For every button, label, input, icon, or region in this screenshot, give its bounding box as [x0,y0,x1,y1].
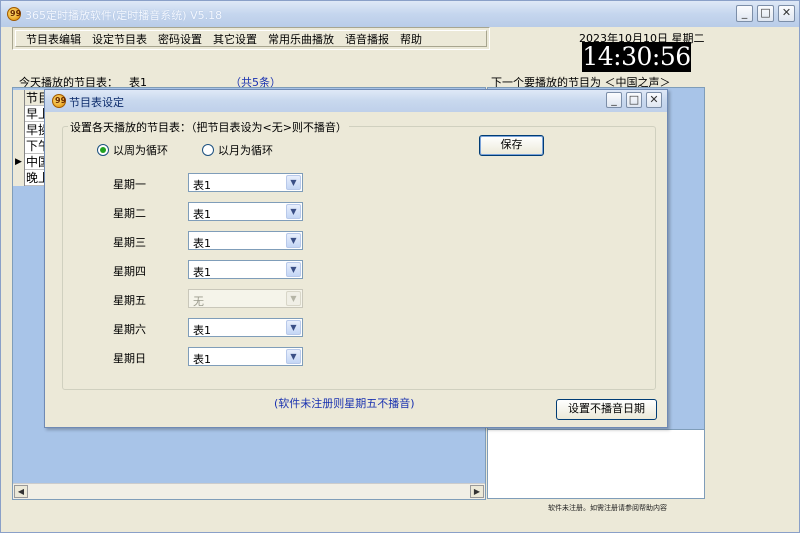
clock-display: 14:30:56 [582,42,691,72]
main-window-title: 365定时播放软件(定时播音系统) V5.18 [25,9,223,22]
day-select-value: 无 [193,295,204,308]
set-no-play-dates-button[interactable]: 设置不播音日期 [556,399,657,420]
close-icon[interactable]: ✕ [778,5,795,22]
radio-month[interactable]: 以月为循环 [202,142,273,158]
menu-item-4[interactable]: 常用乐曲播放 [268,31,334,47]
radio-week[interactable]: 以周为循环 [97,142,168,158]
menu-item-0[interactable]: 节目表编辑 [26,31,81,47]
current-row-icon: ▶ [15,157,22,167]
menu-item-6[interactable]: 帮助 [400,31,422,47]
menu-bar: 节目表编辑 设定节目表 密码设置 其它设置 常用乐曲播放 语音播报 帮助 [12,27,490,50]
radio-month-circle[interactable] [202,144,214,156]
menu-item-1[interactable]: 设定节目表 [92,31,147,47]
dialog-maximize-icon[interactable]: □ [626,92,642,108]
unregistered-note: (软件未注册则星期五不播音) [274,397,415,410]
radio-month-label: 以月为循环 [218,144,273,157]
maximize-icon[interactable]: □ [757,5,774,22]
info-box [487,429,705,499]
row-indicator-column [13,90,25,186]
day-label: 星期二 [113,207,146,220]
day-label: 星期六 [113,323,146,336]
day-select-value: 表1 [193,179,211,192]
chevron-down-icon[interactable]: ▼ [286,262,301,277]
day-table-select: 无 ▼ [188,289,303,308]
day-label: 星期四 [113,265,146,278]
day-select-value: 表1 [193,266,211,279]
dialog-title: 节目表设定 [69,96,124,109]
day-label: 星期日 [113,352,146,365]
minimize-icon[interactable]: _ [736,5,753,22]
menu-item-2[interactable]: 密码设置 [158,31,202,47]
group-caption: 设置各天播放的节目表：（把节目表设为<无>则不播音） [68,119,349,135]
radio-week-label: 以周为循环 [113,144,168,157]
radio-week-circle[interactable] [97,144,109,156]
scroll-left-icon[interactable]: ◀ [14,485,28,498]
chevron-down-icon[interactable]: ▼ [286,320,301,335]
app-logo-icon: 99 [7,7,21,21]
schedule-dialog: 99 节目表设定 _ □ ✕ 设置各天播放的节目表：（把节目表设为<无>则不播音… [44,89,668,428]
schedule-groupbox [62,126,656,390]
day-table-select[interactable]: 表1 ▼ [188,260,303,279]
dialog-title-bar[interactable]: 99 节目表设定 _ □ ✕ [45,90,667,112]
day-label: 星期三 [113,236,146,249]
day-select-value: 表1 [193,208,211,221]
horizontal-scrollbar[interactable]: ◀ ▶ [13,483,485,499]
day-select-value: 表1 [193,237,211,250]
day-table-select[interactable]: 表1 ▼ [188,231,303,250]
menu-item-3[interactable]: 其它设置 [213,31,257,47]
day-table-select[interactable]: 表1 ▼ [188,318,303,337]
chevron-down-icon: ▼ [286,291,301,306]
chevron-down-icon[interactable]: ▼ [286,349,301,364]
day-select-value: 表1 [193,324,211,337]
day-table-select[interactable]: 表1 ▼ [188,347,303,366]
chevron-down-icon[interactable]: ▼ [286,204,301,219]
day-table-select[interactable]: 表1 ▼ [188,202,303,221]
day-label: 星期一 [113,178,146,191]
dialog-logo-icon: 99 [52,94,66,108]
dialog-minimize-icon[interactable]: _ [606,92,622,108]
main-title-bar[interactable]: 99 365定时播放软件(定时播音系统) V5.18 _ □ ✕ [1,1,799,27]
register-note: 软件未注册。如需注册请参阅帮助内容 [548,504,667,512]
scroll-right-icon[interactable]: ▶ [470,485,484,498]
chevron-down-icon[interactable]: ▼ [286,175,301,190]
menu-item-5[interactable]: 语音播报 [345,31,389,47]
save-button[interactable]: 保存 [479,135,544,156]
day-table-select[interactable]: 表1 ▼ [188,173,303,192]
dialog-close-icon[interactable]: ✕ [646,92,662,108]
day-label: 星期五 [113,294,146,307]
chevron-down-icon[interactable]: ▼ [286,233,301,248]
day-select-value: 表1 [193,353,211,366]
